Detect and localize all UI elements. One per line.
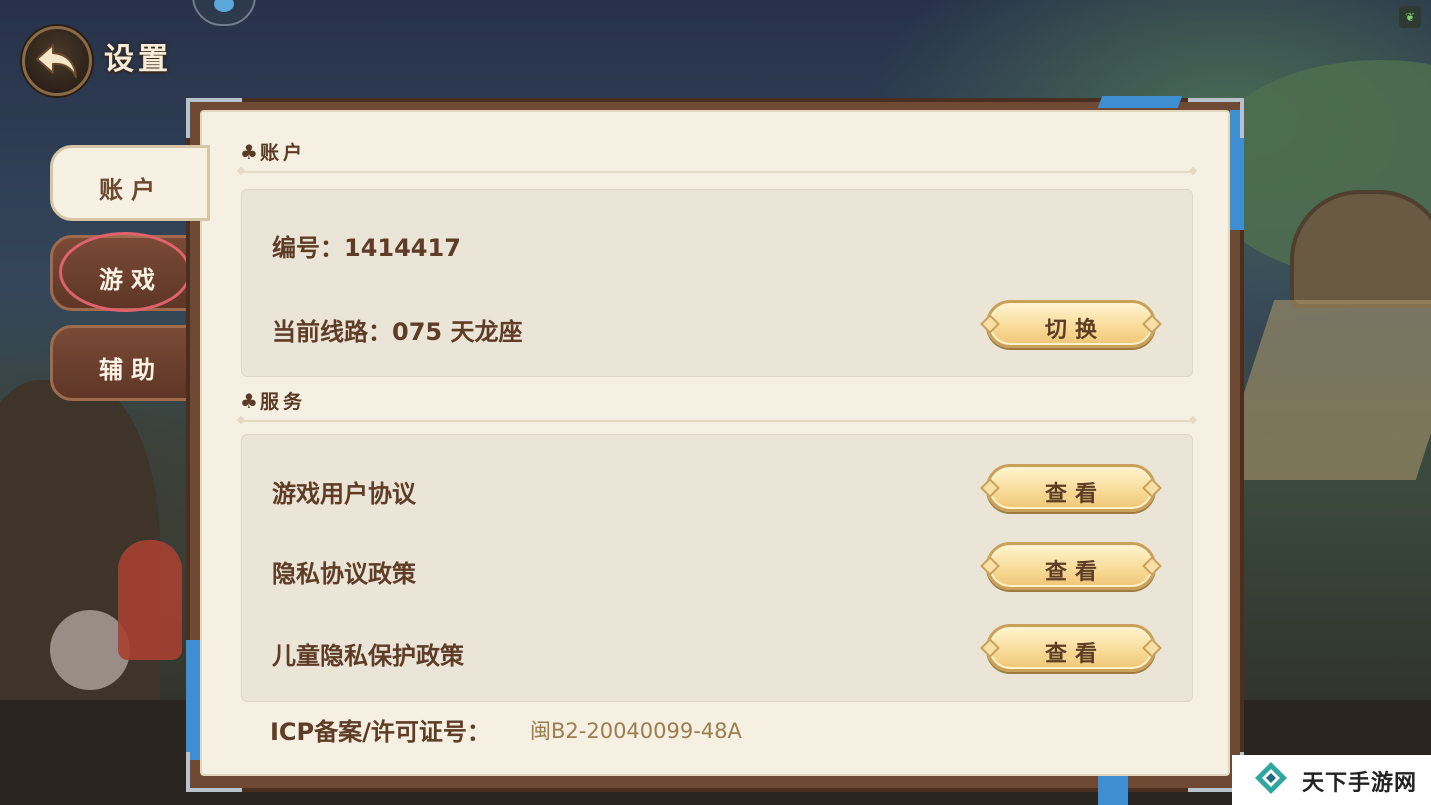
service-section-label: 服务 [259, 391, 306, 413]
account-box [241, 189, 1193, 377]
leaf-icon: ❦ [1399, 6, 1421, 28]
ribbon-decoration [1097, 96, 1183, 108]
diamond-logo-icon [1255, 762, 1287, 794]
club-icon: ♣ [240, 389, 258, 413]
tab-assist-label: 辅助 [99, 356, 163, 384]
page-title: 设置 [104, 42, 172, 77]
background-path [1215, 300, 1431, 480]
view-user-agreement-button[interactable]: 查看 [986, 464, 1156, 512]
tab-account-label: 账户 [99, 176, 163, 204]
watermark-text: 天下手游网 [1302, 771, 1418, 796]
tab-game-label: 游戏 [99, 266, 163, 294]
watermark: 天下手游网 [1232, 755, 1431, 805]
background-character [118, 540, 182, 660]
view-button-label: 查看 [1044, 642, 1105, 667]
ribbon-decoration [186, 640, 200, 760]
section-divider [242, 171, 1192, 173]
account-section-label: 账户 [259, 142, 306, 164]
ribbon-decoration [1098, 776, 1128, 805]
switch-server-button[interactable]: 切换 [986, 300, 1156, 348]
view-button-label: 查看 [1044, 482, 1105, 507]
icp-value: 闽B2-20040099-48A [530, 719, 742, 743]
privacy-policy-label: 隐私协议政策 [272, 560, 416, 588]
section-divider [242, 420, 1192, 422]
switch-button-label: 切换 [1044, 318, 1105, 343]
avatar-bird [214, 0, 234, 12]
user-agreement-label: 游戏用户协议 [272, 480, 416, 508]
account-id: 编号：1414417 [272, 234, 461, 262]
club-icon: ♣ [240, 140, 258, 164]
back-arrow-icon [36, 44, 77, 78]
server-line: 当前线路：075 天龙座 [272, 318, 523, 346]
view-child-privacy-button[interactable]: 查看 [986, 624, 1156, 672]
service-section-title: ♣ 服务 [240, 387, 306, 414]
icp-label: ICP备案/许可证号： [270, 718, 491, 746]
account-section-title: ♣ 账户 [240, 138, 306, 165]
back-button[interactable] [22, 26, 92, 96]
child-privacy-label: 儿童隐私保护政策 [272, 642, 464, 670]
view-privacy-policy-button[interactable]: 查看 [986, 542, 1156, 590]
tab-account[interactable]: 账户 [50, 145, 210, 221]
view-button-label: 查看 [1044, 560, 1105, 585]
